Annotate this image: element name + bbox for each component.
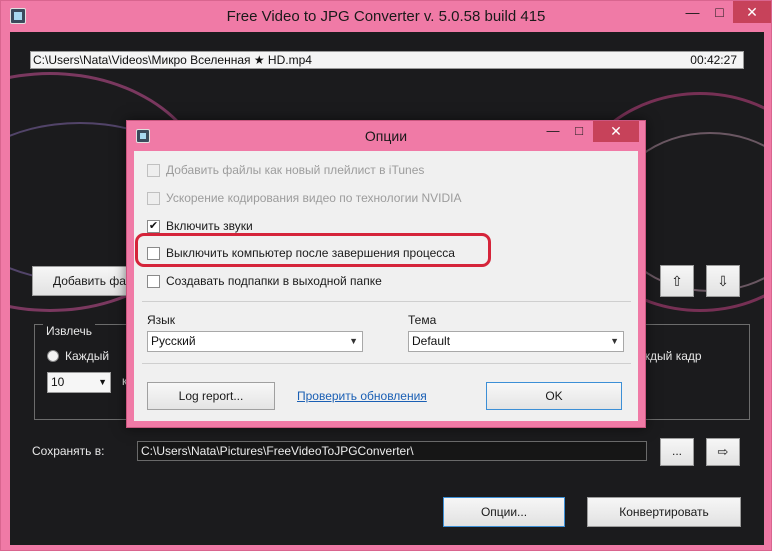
- ok-button[interactable]: OK: [486, 382, 622, 410]
- main-titlebar[interactable]: Free Video to JPG Converter v. 5.0.58 bu…: [1, 1, 771, 32]
- move-up-button[interactable]: ⇧: [660, 265, 694, 297]
- save-to-label: Сохранять в:: [32, 444, 105, 458]
- divider: [142, 301, 631, 302]
- convert-button[interactable]: Конвертировать: [587, 497, 741, 527]
- language-value: Русский: [151, 334, 196, 348]
- dialog-maximize-button[interactable]: □: [567, 123, 591, 143]
- move-down-button[interactable]: ⇩: [706, 265, 740, 297]
- dialog-minimize-button[interactable]: —: [541, 123, 565, 143]
- close-button[interactable]: ✕: [733, 1, 771, 23]
- annotation-highlight: [135, 233, 491, 267]
- option-label: Включить звуки: [166, 219, 253, 233]
- extract-group-right: [640, 324, 750, 420]
- dialog-close-button[interactable]: ✕: [593, 121, 639, 142]
- theme-label: Тема: [408, 313, 437, 327]
- save-path-field[interactable]: C:\Users\Nata\Pictures\FreeVideoToJPGCon…: [137, 441, 647, 461]
- dialog-body: Добавить файлы как новый плейлист в iTun…: [134, 151, 638, 421]
- browse-button[interactable]: ...: [660, 438, 694, 466]
- option-label: Добавить файлы как новый плейлист в iTun…: [166, 163, 425, 177]
- theme-value: Default: [412, 334, 451, 348]
- frame-count-select[interactable]: 10 ▼: [47, 372, 111, 393]
- chevron-down-icon: ▼: [98, 377, 107, 387]
- minimize-button[interactable]: —: [679, 1, 706, 23]
- option-label: Ускорение кодирования видео по технологи…: [166, 191, 462, 205]
- theme-select[interactable]: Default ▼: [408, 331, 624, 352]
- checkbox[interactable]: [147, 192, 160, 205]
- arrow-up-icon: ⇧: [671, 273, 683, 289]
- checkbox[interactable]: [147, 164, 160, 177]
- options-dialog: Опции — □ ✕ Добавить файлы как новый пле…: [126, 120, 646, 428]
- log-report-button[interactable]: Log report...: [147, 382, 275, 410]
- file-path: C:\Users\Nata\Videos\Микро Вселенная ★ H…: [33, 53, 312, 67]
- every-frame-option-label[interactable]: ждый кадр: [642, 349, 702, 363]
- every-radio-label: Каждый: [65, 349, 110, 363]
- options-button[interactable]: Опции...: [443, 497, 565, 527]
- chevron-down-icon: ▼: [610, 336, 619, 346]
- maximize-button[interactable]: □: [706, 1, 733, 23]
- arrow-down-icon: ⇩: [717, 273, 729, 289]
- check-updates-link[interactable]: Проверить обновления: [297, 389, 427, 403]
- language-label: Язык: [147, 313, 176, 327]
- chevron-down-icon: ▼: [349, 336, 358, 346]
- file-duration: 00:42:27: [690, 53, 737, 67]
- open-folder-button[interactable]: ⇨: [706, 438, 740, 466]
- file-list-item[interactable]: C:\Users\Nata\Videos\Микро Вселенная ★ H…: [30, 51, 744, 69]
- checkbox-checked[interactable]: ✔: [147, 220, 160, 233]
- extract-label: Извлечь: [43, 324, 96, 338]
- every-n-frames-radio[interactable]: [47, 350, 59, 362]
- language-select[interactable]: Русский ▼: [147, 331, 363, 352]
- divider: [142, 363, 631, 364]
- frame-count-value: 10: [51, 375, 65, 389]
- option-label: Создавать подпапки в выходной папке: [166, 274, 382, 288]
- window-title: Free Video to JPG Converter v. 5.0.58 bu…: [226, 8, 546, 25]
- open-folder-icon: ⇨: [717, 444, 729, 459]
- checkbox[interactable]: [147, 275, 160, 288]
